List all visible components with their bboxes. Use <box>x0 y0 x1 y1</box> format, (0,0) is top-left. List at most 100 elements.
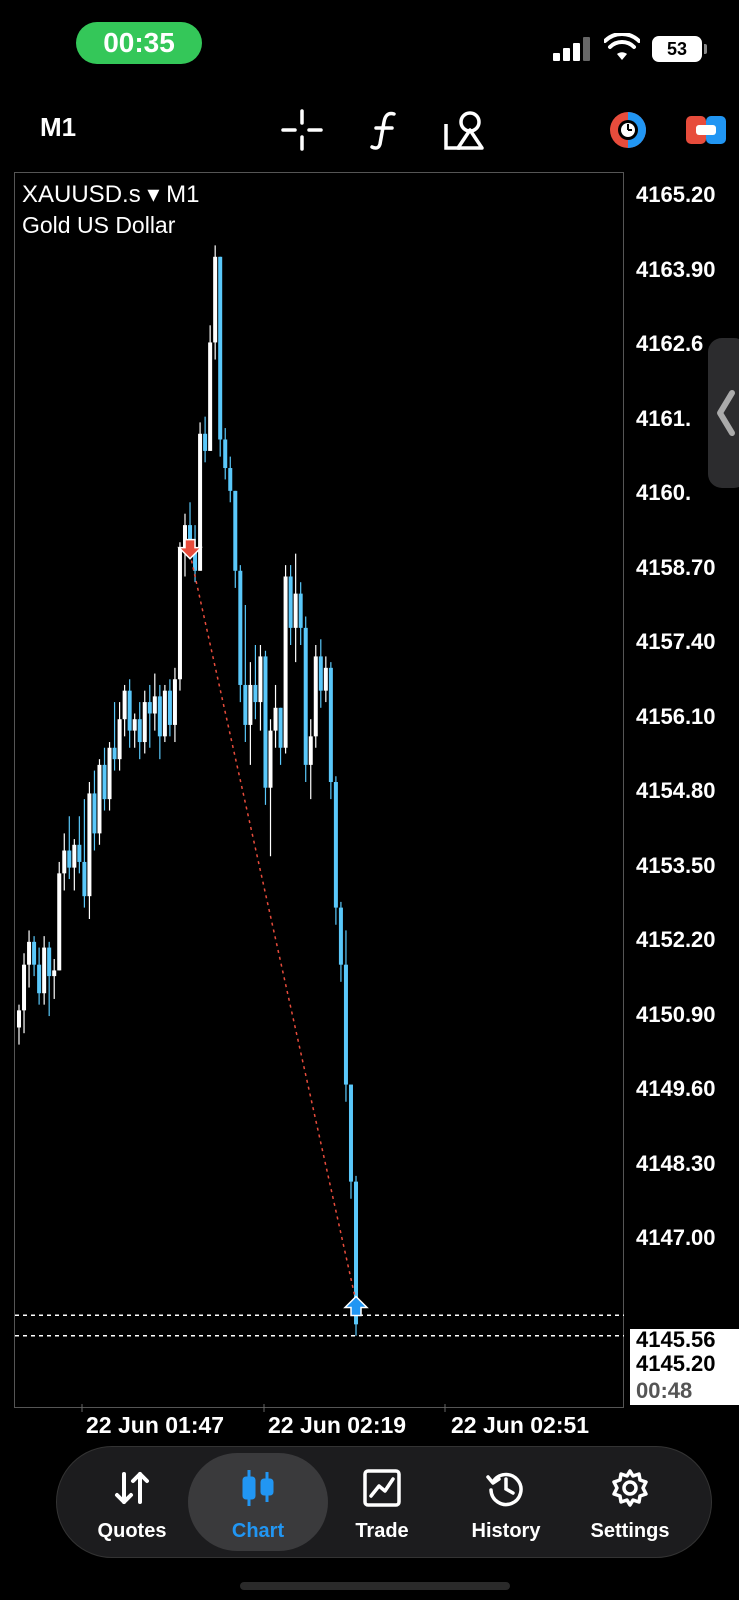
candle-body <box>52 970 57 977</box>
candle-body <box>62 850 67 874</box>
candle-body <box>253 684 258 703</box>
candle-body <box>132 719 137 731</box>
price-axis-label: 4148.30 <box>636 1150 716 1176</box>
price-axis-label: 4156.10 <box>636 703 716 729</box>
candle-body <box>72 844 77 868</box>
price-axis-label: 4147.00 <box>636 1225 716 1250</box>
candle-body <box>298 593 303 628</box>
nav-chart[interactable]: Chart <box>194 1446 322 1558</box>
price-axis-label: 4158.70 <box>636 554 716 580</box>
candle-body <box>248 684 253 725</box>
candle-body <box>348 1084 353 1182</box>
nav-label: Chart <box>231 1520 285 1542</box>
candle-body <box>147 702 152 714</box>
candle-body <box>57 873 62 971</box>
candle-body <box>293 593 298 628</box>
candle-body <box>77 844 82 862</box>
candle-body <box>162 690 167 737</box>
price-axis-label: 4152.20 <box>636 927 716 952</box>
candle-body <box>263 656 268 788</box>
candle-body <box>343 964 348 1085</box>
candle-body <box>258 656 263 703</box>
candle-body <box>333 782 338 908</box>
candle-body <box>112 747 117 760</box>
price-axis-label: 4157.40 <box>636 629 716 654</box>
candle-body <box>142 702 147 743</box>
candle-body <box>167 690 172 725</box>
candle-body <box>273 707 278 731</box>
candle-body <box>238 570 243 685</box>
candle-body <box>122 690 127 720</box>
candle-body <box>283 576 288 748</box>
quotes-icon <box>115 1472 149 1504</box>
candle-body <box>318 656 323 691</box>
ask-price-tag: 4145.20 <box>630 1351 739 1377</box>
chevron-left-icon <box>717 390 735 436</box>
bar-countdown: 00:48 <box>630 1377 739 1405</box>
candle-body <box>127 690 132 731</box>
candle-body <box>157 696 162 737</box>
price-axis-label: 4154.80 <box>636 778 716 803</box>
candle-body <box>288 576 293 628</box>
candle-body <box>32 941 37 965</box>
price-axis-label: 4149.60 <box>636 1076 716 1101</box>
candle-body <box>107 747 112 800</box>
candle-body <box>233 490 238 571</box>
candle-body <box>87 793 92 897</box>
price-axis-label: 4150.90 <box>636 1001 716 1027</box>
candle-body <box>228 468 233 491</box>
nav-label: History <box>471 1520 541 1542</box>
time-axis-label: 22 Jun 02:19 <box>268 1412 407 1438</box>
candle-body <box>67 850 72 868</box>
nav-label: Trade <box>355 1520 409 1542</box>
candle-body <box>213 256 218 343</box>
candle-body <box>208 342 213 451</box>
candle-body <box>152 696 157 714</box>
candle-body <box>243 684 248 725</box>
time-axis-label: 22 Jun 01:47 <box>86 1412 225 1438</box>
candle-body <box>278 707 283 748</box>
chart-description: Gold US Dollar <box>22 212 176 238</box>
nav-label: Settings <box>590 1520 670 1542</box>
candle-body <box>268 730 273 788</box>
nav-quotes[interactable]: Quotes <box>68 1446 196 1558</box>
home-indicator <box>240 1582 510 1590</box>
candle-body <box>313 656 318 737</box>
candle-body <box>22 964 27 1011</box>
candle-body <box>328 667 333 783</box>
nav-settings[interactable]: Settings <box>566 1446 694 1558</box>
price-axis-label: 4160. <box>636 480 692 505</box>
bid-price-tag: 4145.56 <box>630 1329 739 1351</box>
candle-body <box>323 667 328 691</box>
nav-history[interactable]: History <box>442 1446 570 1558</box>
candle-body <box>177 547 182 680</box>
candle-body <box>137 719 142 743</box>
candle-body <box>92 793 97 834</box>
candle-body <box>47 947 52 977</box>
candle-body <box>42 947 47 994</box>
candle-body <box>303 627 308 765</box>
settings-icon <box>612 1469 648 1507</box>
candle-body <box>223 439 228 469</box>
candle-body <box>218 256 223 440</box>
candle-body <box>37 964 42 994</box>
price-axis-label: 4165.20 <box>636 182 716 207</box>
candle-body <box>102 764 107 800</box>
candle-body <box>203 433 208 451</box>
side-panel-handle[interactable] <box>708 338 739 488</box>
time-axis-label: 22 Jun 02:51 <box>451 1412 590 1438</box>
history-icon <box>486 1472 523 1507</box>
candle-body <box>17 1010 21 1028</box>
chart-symbol[interactable]: XAUUSD.s ▾ M1 <box>22 180 199 209</box>
candle-body <box>82 861 87 897</box>
candle-body <box>117 719 122 760</box>
trade-icon <box>363 1469 401 1507</box>
candlestick-chart[interactable] <box>0 0 739 1600</box>
candle-body <box>308 736 313 765</box>
nav-trade[interactable]: Trade <box>318 1446 446 1558</box>
candle-body <box>172 679 177 725</box>
nav-label: Quotes <box>97 1520 167 1542</box>
candle-body <box>338 907 343 965</box>
candle-body <box>27 941 32 965</box>
price-axis-label: 4163.90 <box>636 256 716 282</box>
